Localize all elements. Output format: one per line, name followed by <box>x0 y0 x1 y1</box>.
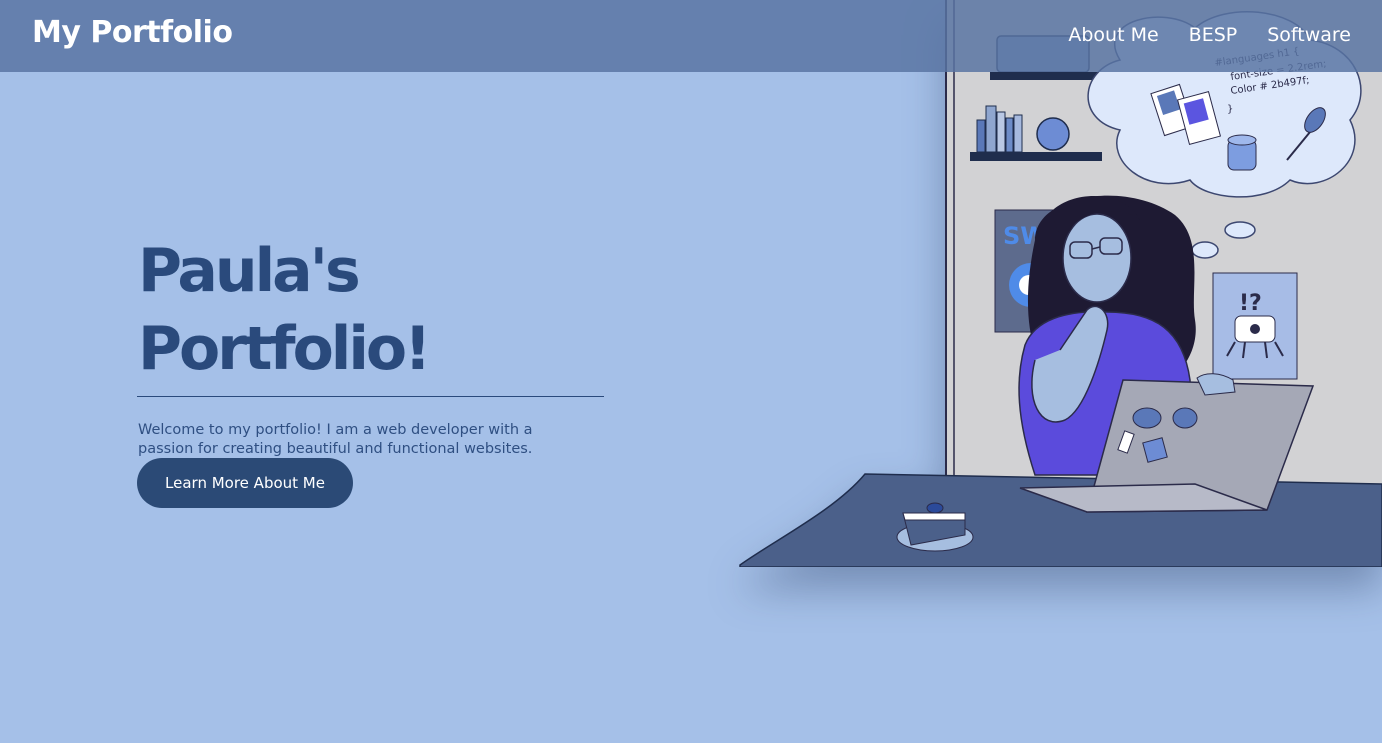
navbar: My Portfolio About Me BESP Software <box>0 0 1382 72</box>
nav-link-besp[interactable]: BESP <box>1189 24 1238 46</box>
hero-description: Welcome to my portfolio! I am a web deve… <box>138 422 533 457</box>
hero-illustration: #languages h1 { font-size = 2.2rem; Colo… <box>735 0 1382 567</box>
learn-more-button[interactable]: Learn More About Me <box>137 458 353 508</box>
brand-logo[interactable]: My Portfolio <box>32 15 233 50</box>
thought-code-line-4: } <box>1227 104 1233 115</box>
portfolio-page: #languages h1 { font-size = 2.2rem; Colo… <box>0 0 1382 743</box>
poster-right: !? <box>1212 272 1298 380</box>
hero-title: Paula's Portfolio! <box>138 232 468 388</box>
nav-menu: About Me BESP Software <box>1068 24 1351 46</box>
nav-link-about-me[interactable]: About Me <box>1068 24 1158 46</box>
hero-title-line-1: Paula's <box>138 236 361 306</box>
nav-link-software[interactable]: Software <box>1267 24 1351 46</box>
hero-title-line-2: Portfolio! <box>138 314 432 384</box>
poster-right-text: !? <box>1239 291 1262 316</box>
hero-divider <box>137 396 604 397</box>
hero-section: Paula's Portfolio! Welcome to my portfoli… <box>137 232 604 508</box>
